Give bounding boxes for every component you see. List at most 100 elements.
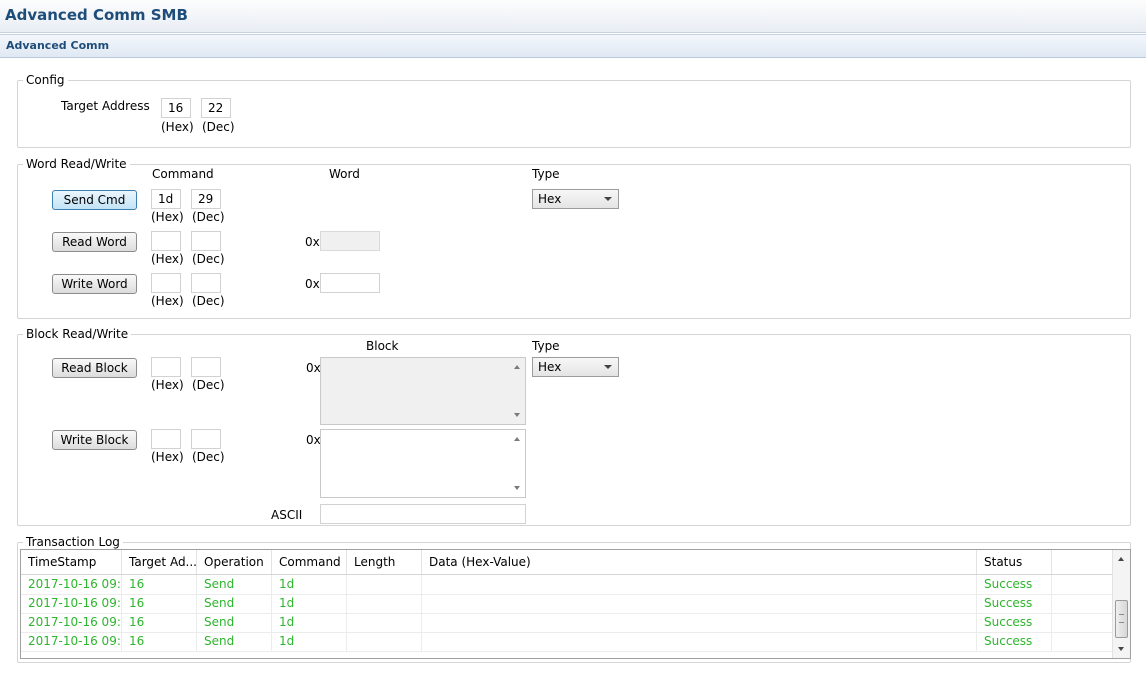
- write-word-value-input[interactable]: [320, 273, 380, 293]
- write-block-hex-unit: (Hex): [151, 450, 184, 464]
- cell-command: 1d: [272, 575, 347, 594]
- table-row[interactable]: 2017-10-16 09:... 16 Send 1d Success: [21, 575, 1113, 595]
- cell-status: Success: [977, 575, 1052, 594]
- chevron-down-icon: [604, 197, 612, 201]
- word-type-select[interactable]: Hex: [532, 189, 619, 209]
- config-legend: Config: [26, 73, 65, 87]
- scroll-up-icon[interactable]: [514, 365, 520, 369]
- column-header-operation[interactable]: Operation: [197, 550, 272, 574]
- cell-command: 1d: [272, 613, 347, 632]
- read-block-textarea: [320, 357, 526, 425]
- cell-operation: Send: [197, 632, 272, 651]
- read-word-button[interactable]: Read Word: [52, 232, 137, 252]
- scrollbar-thumb[interactable]: [1115, 600, 1128, 638]
- table-row[interactable]: 2017-10-16 09:... 16 Send 1d Success: [21, 632, 1113, 652]
- write-block-textarea[interactable]: [320, 429, 526, 498]
- cell-status: Success: [977, 632, 1052, 651]
- write-block-scrollbar[interactable]: [509, 430, 525, 497]
- write-block-hex-input[interactable]: [151, 429, 181, 449]
- scroll-down-icon[interactable]: [514, 413, 520, 417]
- column-header-timestamp[interactable]: TimeStamp: [21, 550, 122, 574]
- send-cmd-dec-input[interactable]: 29: [191, 189, 221, 209]
- cell-data: [422, 613, 977, 632]
- transaction-log-legend: Transaction Log: [26, 535, 120, 549]
- log-scrollbar[interactable]: [1112, 550, 1130, 658]
- command-header: Command: [152, 167, 214, 181]
- word-type-value: Hex: [538, 192, 562, 206]
- block-type-value: Hex: [538, 360, 562, 374]
- block-type-select[interactable]: Hex: [532, 357, 619, 377]
- cell-timestamp: 2017-10-16 09:...: [21, 575, 122, 594]
- cell-operation: Send: [197, 613, 272, 632]
- word-header: Word: [329, 167, 360, 181]
- cell-data: [422, 575, 977, 594]
- scroll-down-icon[interactable]: [514, 486, 520, 490]
- column-header-data[interactable]: Data (Hex-Value): [422, 550, 977, 574]
- scroll-down-icon[interactable]: [1118, 647, 1124, 651]
- send-cmd-button[interactable]: Send Cmd: [52, 190, 137, 210]
- write-block-prefix: 0x: [306, 433, 321, 447]
- write-word-dec-unit: (Dec): [192, 294, 225, 308]
- transaction-log-table: TimeStamp Target Ad... Operation Command…: [20, 549, 1131, 659]
- read-block-dec-input[interactable]: [191, 357, 221, 377]
- scroll-up-icon[interactable]: [514, 437, 520, 441]
- target-address-label: Target Address: [61, 99, 150, 113]
- read-block-prefix: 0x: [306, 361, 321, 375]
- column-header-target-address[interactable]: Target Ad...: [122, 550, 197, 574]
- read-block-dec-unit: (Dec): [192, 378, 225, 392]
- cell-length: [347, 632, 422, 651]
- window-title: Advanced Comm SMB: [5, 6, 188, 24]
- cell-data: [422, 632, 977, 651]
- cell-operation: Send: [197, 575, 272, 594]
- ascii-input[interactable]: [320, 504, 526, 524]
- read-word-dec-unit: (Dec): [192, 252, 225, 266]
- read-block-button[interactable]: Read Block: [52, 358, 137, 378]
- column-header-length[interactable]: Length: [347, 550, 422, 574]
- target-address-hex-input[interactable]: 16: [161, 98, 191, 118]
- cell-target-address: 16: [122, 613, 197, 632]
- read-word-hex-input[interactable]: [151, 231, 181, 251]
- target-address-dec-input[interactable]: 22: [201, 98, 231, 118]
- send-cmd-hex-unit: (Hex): [151, 210, 184, 224]
- cell-command: 1d: [272, 632, 347, 651]
- scroll-up-icon[interactable]: [1118, 557, 1124, 561]
- cell-length: [347, 613, 422, 632]
- tab-advanced-comm[interactable]: Advanced Comm: [6, 39, 109, 52]
- word-read-write-legend: Word Read/Write: [26, 157, 127, 171]
- cell-operation: Send: [197, 594, 272, 613]
- write-word-hex-unit: (Hex): [151, 294, 184, 308]
- send-cmd-hex-input[interactable]: 1d: [151, 189, 181, 209]
- block-read-write-legend: Block Read/Write: [26, 327, 129, 341]
- write-word-hex-input[interactable]: [151, 273, 181, 293]
- write-block-button[interactable]: Write Block: [52, 430, 137, 450]
- table-row[interactable]: 2017-10-16 09:... 16 Send 1d Success: [21, 594, 1113, 614]
- write-block-dec-input[interactable]: [191, 429, 221, 449]
- cell-target-address: 16: [122, 575, 197, 594]
- target-address-dec-unit: (Dec): [202, 120, 235, 134]
- write-word-button[interactable]: Write Word: [52, 274, 137, 294]
- column-header-command[interactable]: Command: [272, 550, 347, 574]
- cell-status: Success: [977, 613, 1052, 632]
- read-word-value-field: [320, 231, 380, 251]
- table-row[interactable]: 2017-10-16 09:... 16 Send 1d Success: [21, 613, 1113, 633]
- cell-length: [347, 575, 422, 594]
- word-type-header: Type: [532, 167, 560, 181]
- cell-data: [422, 594, 977, 613]
- read-block-hex-input[interactable]: [151, 357, 181, 377]
- cell-length: [347, 594, 422, 613]
- log-table-header: TimeStamp Target Ad... Operation Command…: [21, 550, 1113, 575]
- read-word-dec-input[interactable]: [191, 231, 221, 251]
- read-block-scrollbar[interactable]: [509, 358, 525, 424]
- cell-timestamp: 2017-10-16 09:...: [21, 594, 122, 613]
- tab-bar: Advanced Comm: [0, 34, 1146, 58]
- read-block-hex-unit: (Hex): [151, 378, 184, 392]
- word-read-write-group: Word Read/Write: [17, 157, 1131, 319]
- column-header-status[interactable]: Status: [977, 550, 1052, 574]
- write-block-dec-unit: (Dec): [192, 450, 225, 464]
- cell-timestamp: 2017-10-16 09:...: [21, 613, 122, 632]
- cell-target-address: 16: [122, 594, 197, 613]
- read-word-hex-unit: (Hex): [151, 252, 184, 266]
- block-type-header: Type: [532, 339, 560, 353]
- write-word-dec-input[interactable]: [191, 273, 221, 293]
- block-header: Block: [366, 339, 399, 353]
